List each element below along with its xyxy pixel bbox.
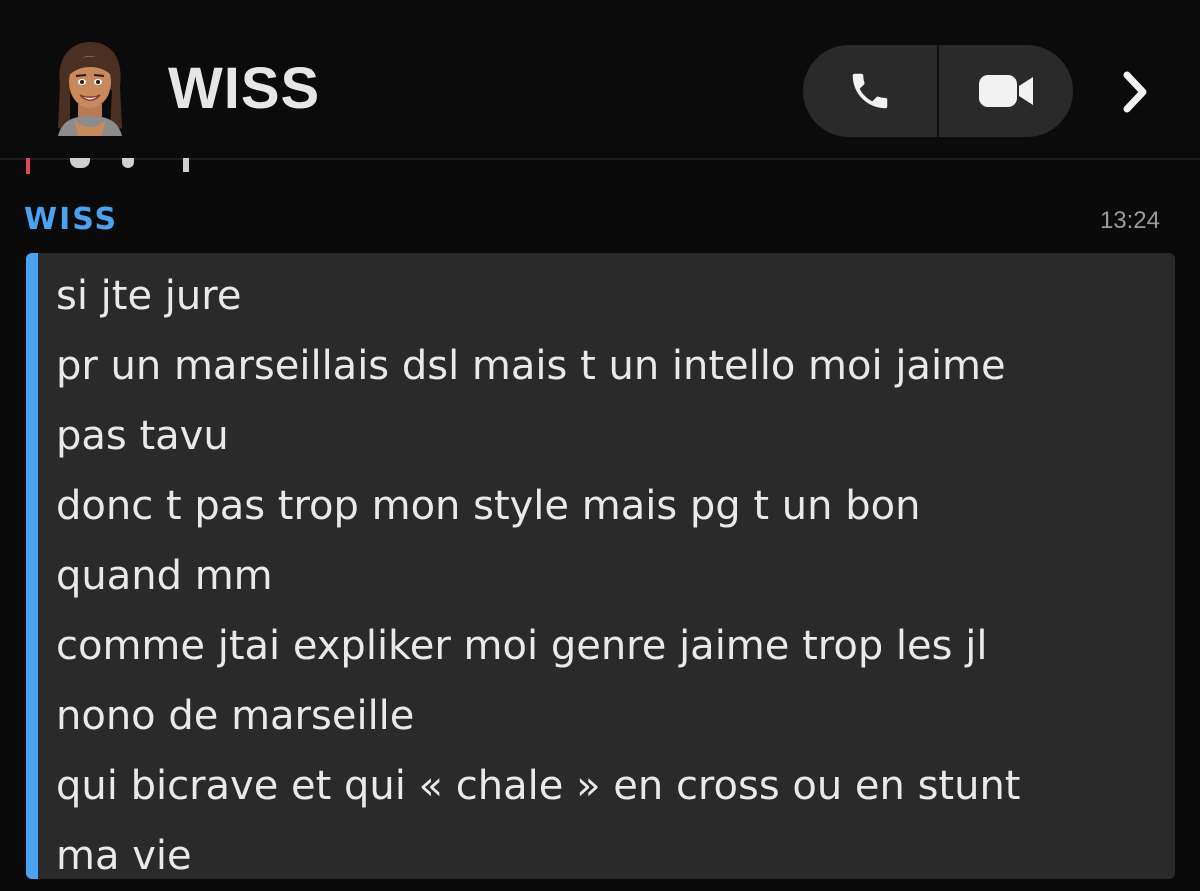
contact-name[interactable]: WISS [168,54,320,124]
phone-icon [852,73,888,109]
video-camera-icon [979,75,1033,107]
message-line: qui bicrave et qui « chale » en cross ou… [56,763,1021,809]
call-button-group [803,45,1073,137]
video-call-button[interactable] [939,45,1073,137]
message-timestamp: 13:24 [1099,207,1160,234]
message-line: quand mm [56,553,273,599]
previous-message-text-fragment [70,158,90,168]
message-line: pas tavu [56,413,229,459]
message-line: pr un marseillais dsl mais t un intello … [56,343,1006,389]
chevron-right-icon[interactable] [1115,67,1155,117]
chat-header: WISS [0,0,1200,160]
message-bubble[interactable]: si jte jure pr un marseillais dsl mais t… [26,253,1175,879]
message-line: nono de marseille [56,693,415,739]
bitmoji-avatar-icon[interactable] [52,40,128,136]
message-line: ma vie [56,833,192,879]
message-line: comme jtai expliker moi genre jaime trop… [56,623,988,669]
previous-message-text-fragment [183,158,189,172]
voice-call-button[interactable] [803,45,937,137]
previous-message-text-fragment [122,158,134,168]
previous-message-accent [26,158,30,174]
message-sender-name: WISS [24,202,119,237]
message-line: donc t pas trop mon style mais pg t un b… [56,483,921,529]
message-line: si jte jure [56,273,242,319]
